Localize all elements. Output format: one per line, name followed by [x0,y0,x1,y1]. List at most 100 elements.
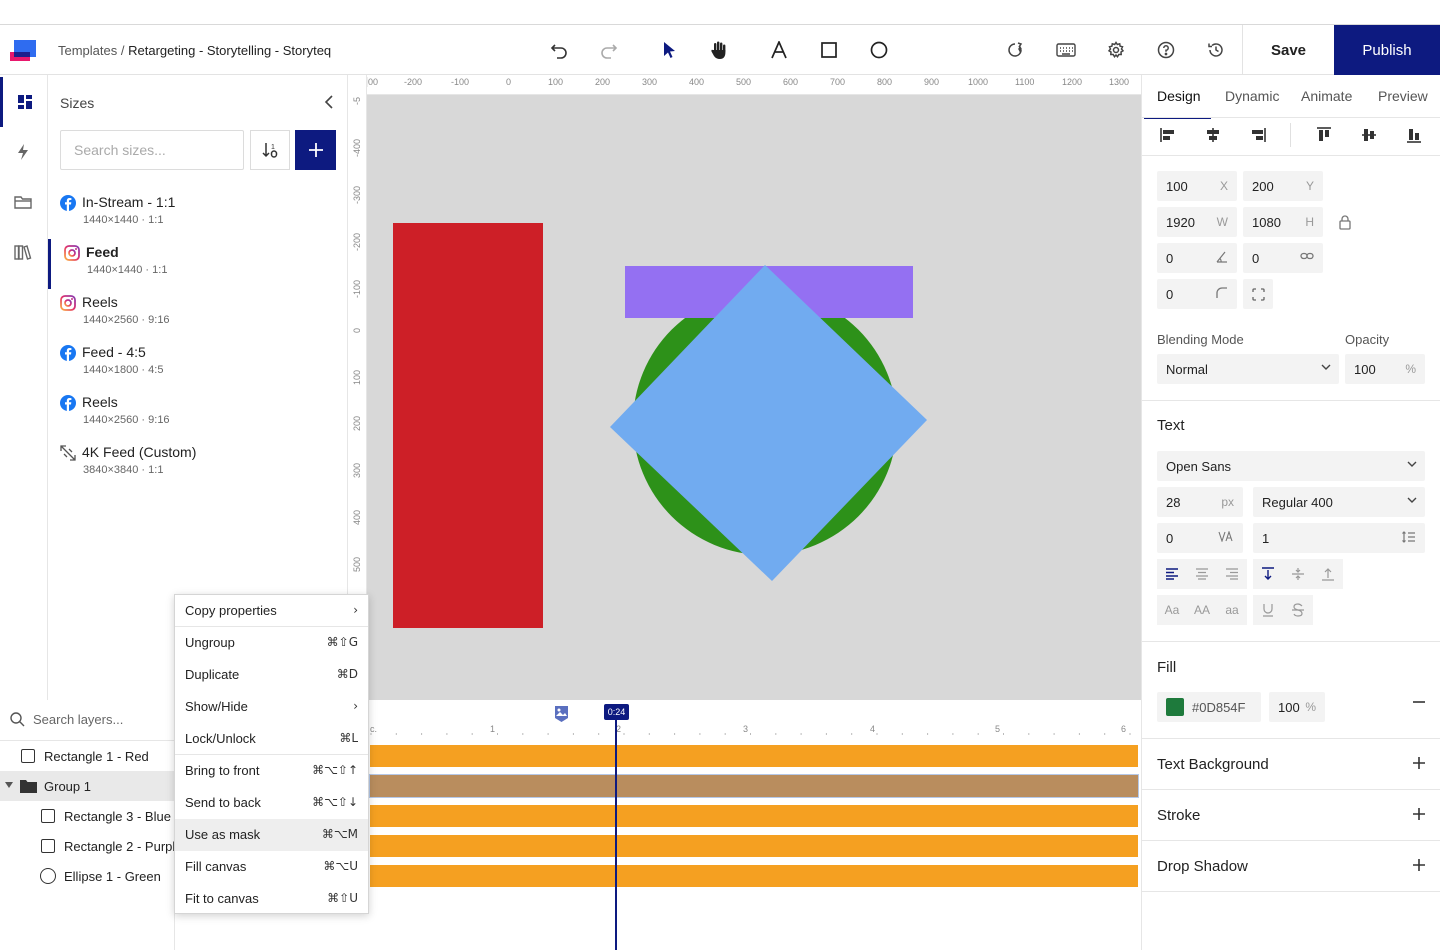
add-text-background-plus-icon[interactable] [1412,756,1426,770]
menu-item-send-to-back[interactable]: Send to back ⌘⌥⇧↓ [175,787,368,819]
case-sentence-button[interactable]: Aa [1157,595,1187,625]
keyboard-icon[interactable] [1053,37,1079,63]
timeline-track-group-1[interactable] [369,774,1139,798]
menu-item-copy-properties[interactable]: Copy properties › [175,595,368,627]
menu-item-fill-canvas[interactable]: Fill canvas ⌘⌥U [175,851,368,883]
align-center-h-icon[interactable] [1198,120,1228,150]
align-top-icon[interactable] [1309,120,1339,150]
canvas-area[interactable]: px 00 -200 -100 0 100 200 300 400 500 60… [349,75,1141,700]
vertical-align-top-icon[interactable] [1253,559,1283,589]
hand-tool-icon[interactable] [706,37,732,63]
text-align-center-icon[interactable] [1187,559,1217,589]
layer-ellipse-1-green[interactable]: Ellipse 1 - Green [0,861,175,891]
settings-gear-icon[interactable] [1103,37,1129,63]
timeline-track-ellipse-1[interactable] [370,865,1138,887]
history-icon[interactable] [1203,37,1229,63]
collapse-panel-chevron-left-icon[interactable] [322,93,342,113]
fill-color-field[interactable]: #0D854F [1157,692,1261,722]
height-field[interactable]: 1080 H [1243,207,1323,237]
caret-down-icon[interactable] [5,782,13,788]
size-item-feed-facebook[interactable]: Feed - 4:5 1440×1800 · 4:5 [48,339,347,389]
marker-image-icon[interactable] [554,705,569,723]
y-position-field[interactable]: 200 Y [1243,171,1323,201]
independent-corners-button[interactable] [1243,279,1273,309]
menu-item-lock-unlock[interactable]: Lock/Unlock ⌘L [175,723,368,755]
letter-spacing-field[interactable]: 0 [1157,523,1243,553]
fill-opacity-field[interactable]: 100% [1269,692,1325,722]
x-position-field[interactable]: 100 X [1157,171,1237,201]
sort-sizes-button[interactable]: 1 [250,130,290,170]
text-tool-icon[interactable] [766,37,792,63]
rail-library-button[interactable] [0,227,46,277]
search-sizes-input[interactable] [60,130,244,170]
rail-dynamic-button[interactable] [0,127,46,177]
vertical-align-middle-icon[interactable] [1283,559,1313,589]
line-height-field[interactable]: 1 [1253,523,1425,553]
size-item-instream[interactable]: In-Stream - 1:1 1440×1440 · 1:1 [48,189,347,239]
redo-icon[interactable] [596,37,622,63]
timeline-track-rectangle-2[interactable] [370,835,1138,857]
tab-design[interactable]: Design [1144,88,1211,119]
rectangle-1-red[interactable] [393,223,543,628]
rail-sizes-button[interactable] [0,77,46,127]
corner-radius-field[interactable]: 0 [1157,279,1237,309]
font-weight-select[interactable]: Regular 400 [1253,487,1425,517]
layer-rectangle-3-blue[interactable]: Rectangle 3 - Blue [0,801,175,831]
font-family-select[interactable]: Open Sans [1157,451,1425,481]
timeline-track-rectangle-1[interactable] [370,745,1138,767]
width-field[interactable]: 1920 W [1157,207,1237,237]
menu-item-fit-to-canvas[interactable]: Fit to canvas ⌘⇧U [175,883,368,915]
add-drop-shadow-plus-icon[interactable] [1412,858,1426,872]
tab-dynamic[interactable]: Dynamic [1225,88,1279,104]
menu-item-use-as-mask[interactable]: Use as mask ⌘⌥M [175,819,368,851]
breadcrumb-templates-link[interactable]: Templates [58,43,117,58]
undo-icon[interactable] [546,37,572,63]
text-align-right-icon[interactable] [1217,559,1247,589]
case-upper-button[interactable]: AA [1187,595,1217,625]
menu-item-show-hide[interactable]: Show/Hide › [175,691,368,723]
text-align-left-icon[interactable] [1157,559,1187,589]
size-item-reels-instagram[interactable]: Reels 1440×2560 · 9:16 [48,289,347,339]
blending-mode-select[interactable]: Normal [1157,354,1339,384]
font-size-field[interactable]: 28 px [1157,487,1243,517]
underline-icon[interactable] [1253,595,1283,625]
rotation-field[interactable]: 0 [1157,243,1237,273]
publish-button[interactable]: Publish [1334,25,1440,75]
align-bottom-icon[interactable] [1399,120,1429,150]
rectangle-tool-icon[interactable] [816,37,842,63]
vertical-align-bottom-icon[interactable] [1313,559,1343,589]
tab-animate[interactable]: Animate [1301,88,1352,104]
ai-refresh-icon[interactable] [1002,37,1028,63]
rail-assets-button[interactable] [0,177,46,227]
strikethrough-icon[interactable] [1283,595,1313,625]
add-stroke-plus-icon[interactable] [1412,807,1426,821]
menu-item-duplicate[interactable]: Duplicate ⌘D [175,659,368,691]
timeline-panel[interactable]: c. 1 2 3 4 5 6 0:24 [368,700,1141,950]
menu-item-ungroup[interactable]: Ungroup ⌘⇧G [175,627,368,659]
size-item-reels-facebook[interactable]: Reels 1440×2560 · 9:16 [48,389,347,439]
opacity-field[interactable]: 100% [1345,354,1425,384]
layer-rectangle-1-red[interactable]: Rectangle 1 - Red [0,741,175,771]
group-1-shapes[interactable] [599,255,939,595]
size-item-4k-feed-custom[interactable]: 4K Feed (Custom) 3840×3840 · 1:1 [48,439,347,489]
align-right-icon[interactable] [1243,120,1273,150]
tab-preview[interactable]: Preview [1378,88,1428,104]
fill-color-swatch[interactable] [1166,698,1184,716]
align-left-icon[interactable] [1153,120,1183,150]
layer-group-1[interactable]: Group 1 [0,771,175,801]
timeline-track-rectangle-3[interactable] [370,805,1138,827]
align-middle-v-icon[interactable] [1354,120,1384,150]
app-logo[interactable] [10,38,36,64]
playhead-time-badge[interactable]: 0:24 [604,704,629,720]
select-cursor-icon[interactable] [656,37,682,63]
help-icon[interactable] [1153,37,1179,63]
playhead-line[interactable] [615,718,617,950]
lock-aspect-icon[interactable] [1330,207,1360,237]
add-size-button[interactable] [295,130,336,170]
remove-fill-minus-icon[interactable] [1412,695,1426,709]
layer-rectangle-2-purple[interactable]: Rectangle 2 - Purple [0,831,175,861]
size-item-feed-instagram[interactable]: Feed 1440×1440 · 1:1 [48,239,347,289]
menu-item-bring-to-front[interactable]: Bring to front ⌘⌥⇧↑ [175,755,368,787]
search-layers-input[interactable] [33,712,163,727]
ellipse-tool-icon[interactable] [866,37,892,63]
